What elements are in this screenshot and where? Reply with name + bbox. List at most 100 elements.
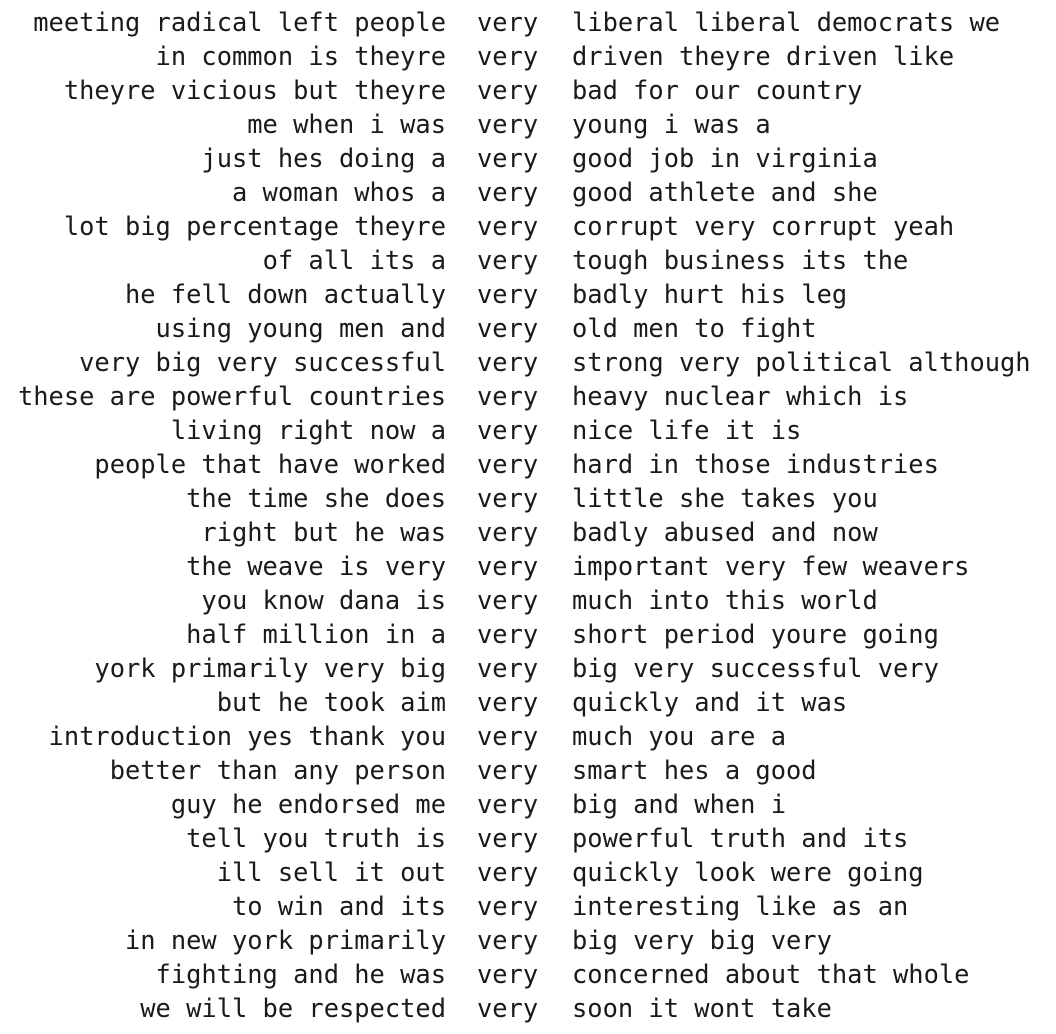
- left-context: introduction yes thank you: [48, 721, 446, 751]
- right-context: tough business its the: [572, 245, 909, 275]
- right-context: much into this world: [572, 585, 878, 615]
- concordance-row: very big very successful very strong very …: [0, 345, 1056, 379]
- concordance-row: lot big percentage theyre very corrupt ver…: [0, 209, 1056, 243]
- keyword: very: [477, 381, 539, 411]
- concordance-row: right but he was very badly abused and now: [0, 515, 1056, 549]
- left-context: these are powerful countries: [17, 381, 446, 411]
- right-context: strong very political although: [572, 347, 1031, 377]
- left-context: me when i was: [247, 109, 446, 139]
- concordance-row: but he took aim very quickly and it was: [0, 685, 1056, 719]
- concordance-row: theyre vicious but theyre very bad for our…: [0, 73, 1056, 107]
- keyword: very: [477, 755, 539, 785]
- left-context: a woman whos a: [231, 177, 446, 207]
- keyword: very: [477, 789, 539, 819]
- keyword: very: [477, 177, 539, 207]
- concordance-row: he fell down actually very badly hurt his …: [0, 277, 1056, 311]
- keyword: very: [477, 415, 539, 445]
- left-context: guy he endorsed me: [170, 789, 446, 819]
- left-context: ill sell it out: [216, 857, 446, 887]
- concordance-row: just hes doing a very good job in virginia: [0, 141, 1056, 175]
- right-context: liberal liberal democrats we: [572, 7, 1001, 37]
- concordance-row: introduction yes thank you very much you a…: [0, 719, 1056, 753]
- keyword: very: [477, 891, 539, 921]
- right-context: powerful truth and its: [572, 823, 909, 853]
- left-context: fighting and he was: [155, 959, 446, 989]
- keyword: very: [477, 449, 539, 479]
- concordance-row: tell you truth is very powerful truth and …: [0, 821, 1056, 855]
- right-context: young i was a: [572, 109, 771, 139]
- right-context: interesting like as an: [572, 891, 909, 921]
- keyword: very: [477, 245, 539, 275]
- keyword: very: [477, 959, 539, 989]
- right-context: heavy nuclear which is: [572, 381, 909, 411]
- keyword: very: [477, 619, 539, 649]
- left-context: the time she does: [186, 483, 446, 513]
- keyword: very: [477, 41, 539, 71]
- keyword: very: [477, 279, 539, 309]
- concordance-row: me when i was very young i was a: [0, 107, 1056, 141]
- left-context: people that have worked: [94, 449, 446, 479]
- concordance-list: meeting radical left people very liberal l…: [0, 5, 1056, 1025]
- left-context: he fell down actually: [124, 279, 446, 309]
- concordance-row: ill sell it out very quickly look were goi…: [0, 855, 1056, 889]
- right-context: big very successful very: [572, 653, 939, 683]
- right-context: good job in virginia: [572, 143, 878, 173]
- right-context: short period youre going: [572, 619, 939, 649]
- right-context: concerned about that whole: [572, 959, 970, 989]
- concordance-row: guy he endorsed me very big and when i: [0, 787, 1056, 821]
- concordance-row: people that have worked very hard in those…: [0, 447, 1056, 481]
- left-context: the weave is very: [186, 551, 446, 581]
- right-context: driven theyre driven like: [572, 41, 955, 71]
- left-context: we will be respected: [140, 993, 446, 1023]
- left-context: you know dana is: [201, 585, 446, 615]
- keyword: very: [477, 721, 539, 751]
- keyword: very: [477, 211, 539, 241]
- left-context: in new york primarily: [124, 925, 446, 955]
- right-context: badly abused and now: [572, 517, 878, 547]
- keyword: very: [477, 687, 539, 717]
- left-context: theyre vicious but theyre: [63, 75, 446, 105]
- keyword: very: [477, 347, 539, 377]
- left-context: meeting radical left people: [33, 7, 446, 37]
- left-context: but he took aim: [216, 687, 446, 717]
- concordance-row: using young men and very old men to fight: [0, 311, 1056, 345]
- right-context: hard in those industries: [572, 449, 939, 479]
- concordance-row: meeting radical left people very liberal l…: [0, 5, 1056, 39]
- right-context: big very big very: [572, 925, 832, 955]
- concordance-row: to win and its very interesting like as an: [0, 889, 1056, 923]
- right-context: quickly look were going: [572, 857, 924, 887]
- keyword: very: [477, 823, 539, 853]
- concordance-row: better than any person very smart hes a go…: [0, 753, 1056, 787]
- right-context: much you are a: [572, 721, 787, 751]
- keyword: very: [477, 653, 539, 683]
- concordance-row: of all its a very tough business its the: [0, 243, 1056, 277]
- right-context: important very few weavers: [572, 551, 970, 581]
- keyword: very: [477, 75, 539, 105]
- left-context: to win and its: [231, 891, 446, 921]
- concordance-row: fighting and he was very concerned about t…: [0, 957, 1056, 991]
- left-context: right but he was: [201, 517, 446, 547]
- right-context: good athlete and she: [572, 177, 878, 207]
- keyword: very: [477, 483, 539, 513]
- keyword: very: [477, 993, 539, 1023]
- keyword: very: [477, 109, 539, 139]
- concordance-row: york primarily very big very big very succ…: [0, 651, 1056, 685]
- right-context: little she takes you: [572, 483, 878, 513]
- right-context: badly hurt his leg: [572, 279, 848, 309]
- keyword: very: [477, 517, 539, 547]
- right-context: old men to fight: [572, 313, 817, 343]
- concordance-row: living right now a very nice life it is: [0, 413, 1056, 447]
- concordance-row: a woman whos a very good athlete and she: [0, 175, 1056, 209]
- concordance-row: these are powerful countries very heavy nu…: [0, 379, 1056, 413]
- concordance-row: we will be respected very soon it wont tak…: [0, 991, 1056, 1025]
- left-context: half million in a: [186, 619, 446, 649]
- keyword: very: [477, 143, 539, 173]
- right-context: big and when i: [572, 789, 787, 819]
- concordance-row: you know dana is very much into this world: [0, 583, 1056, 617]
- keyword: very: [477, 551, 539, 581]
- keyword: very: [477, 7, 539, 37]
- concordance-row: in common is theyre very driven theyre dri…: [0, 39, 1056, 73]
- keyword: very: [477, 857, 539, 887]
- left-context: better than any person: [109, 755, 446, 785]
- right-context: soon it wont take: [572, 993, 832, 1023]
